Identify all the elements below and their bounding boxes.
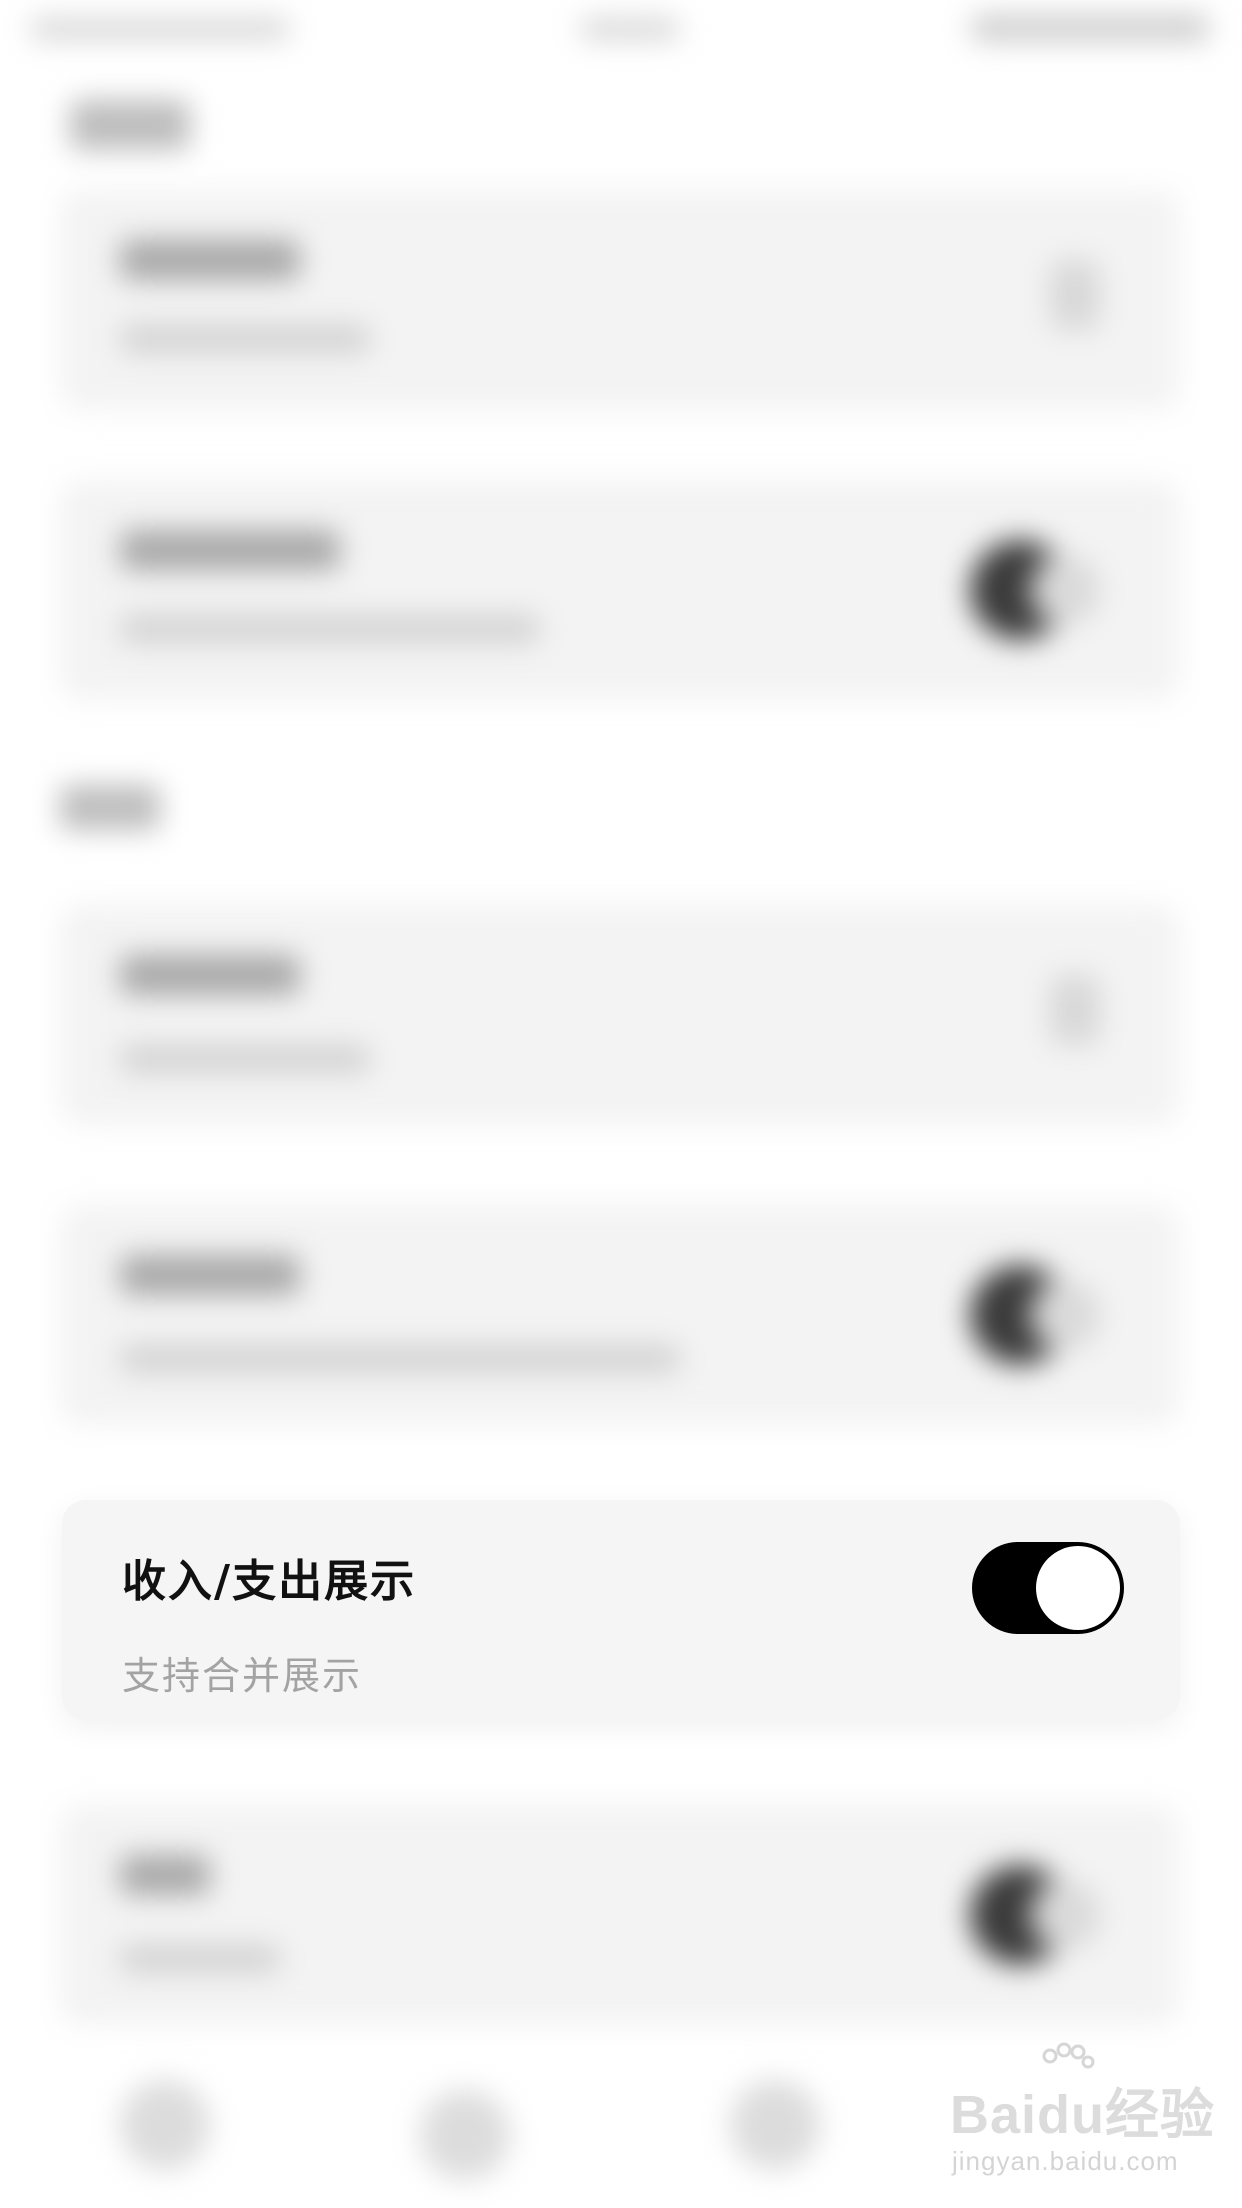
tab-icon-2 (420, 2090, 510, 2180)
toggle-switch-icon (950, 1265, 1100, 1365)
settings-item-4-title (120, 1255, 300, 1295)
watermark-url: jingyan.baidu.com (952, 2146, 1179, 2176)
income-expense-display-setting: 收入/支出展示 支持合并展示 (62, 1500, 1180, 1720)
blurred-background (0, 0, 1242, 2208)
chevron-right-icon (1050, 260, 1100, 330)
settings-item-4-subtitle (120, 1345, 680, 1373)
settings-item-5 (60, 1805, 1180, 2025)
status-bar-center (580, 18, 680, 40)
settings-item-2 (60, 480, 1180, 700)
settings-item-2-title (120, 530, 340, 570)
section-header-2 (60, 785, 160, 830)
settings-item-2-subtitle (120, 615, 540, 643)
setting-title: 收入/支出展示 (122, 1556, 417, 1607)
tab-icon-3 (730, 2080, 820, 2170)
settings-item-1-title (120, 240, 300, 280)
settings-item-1-subtitle (120, 325, 370, 353)
toggle-switch-icon (950, 540, 1100, 640)
settings-item-3-subtitle (120, 1045, 370, 1073)
toggle-switch-icon (950, 1865, 1100, 1965)
settings-item-4 (60, 1205, 1180, 1425)
chevron-right-icon (1050, 975, 1100, 1045)
settings-item-3 (60, 905, 1180, 1125)
settings-item-5-title (120, 1855, 210, 1895)
settings-item-1 (60, 190, 1180, 410)
toggle-knob (1036, 1546, 1120, 1630)
section-header-1 (70, 100, 190, 150)
status-bar-right (970, 14, 1210, 42)
screen: 收入/支出展示 支持合并展示 Baidu经验 jingyan.baidu.com (0, 0, 1242, 2208)
settings-item-5-subtitle (120, 1945, 280, 1973)
income-expense-toggle[interactable] (972, 1542, 1124, 1634)
status-bar (0, 0, 1242, 60)
tab-icon-1 (120, 2080, 210, 2170)
setting-subtitle: 支持合并展示 (122, 1654, 363, 1698)
watermark-logo-text: Baidu经验 (950, 2085, 1216, 2145)
status-bar-left (30, 18, 290, 40)
settings-item-3-title (120, 955, 300, 995)
baidu-jingyan-watermark: Baidu经验 jingyan.baidu.com (950, 2042, 1220, 2190)
